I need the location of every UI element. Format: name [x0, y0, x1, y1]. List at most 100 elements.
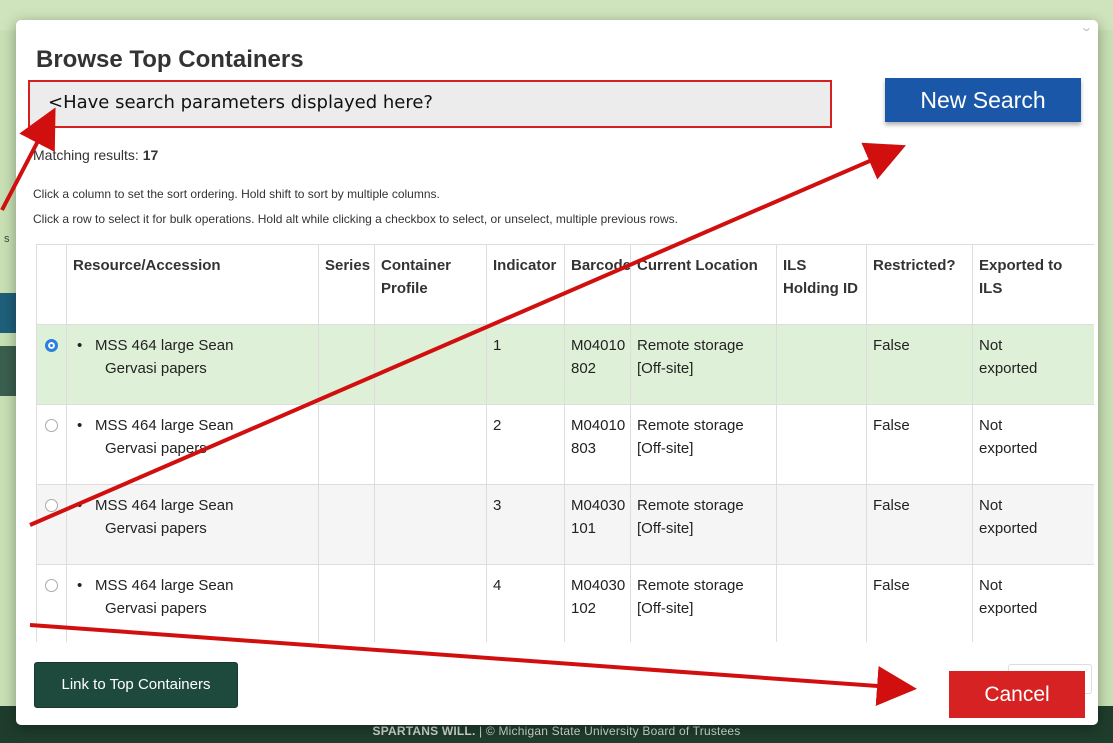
row-select-radio[interactable]: [45, 579, 58, 592]
cancel-button[interactable]: Cancel: [949, 671, 1085, 718]
restricted-cell: False: [866, 484, 973, 565]
indicator-cell: 2: [486, 404, 565, 485]
container-profile-cell: [374, 324, 487, 405]
bullet-icon: •: [77, 577, 83, 594]
ils-holding-cell: [776, 324, 867, 405]
series-cell: [318, 564, 375, 642]
exported-part: exported: [979, 600, 1038, 617]
location-cell: Remote storage [Off-site]: [630, 324, 777, 405]
barcode-cell: M04010 803: [564, 404, 631, 485]
bullet-icon: •: [77, 497, 83, 514]
indicator-cell: 3: [486, 484, 565, 565]
select-help-text: Click a row to select it for bulk operat…: [33, 212, 678, 226]
column-header-resource[interactable]: Resource/Accession: [66, 244, 319, 325]
barcode-part: M04010: [571, 337, 626, 354]
exported-part: exported: [979, 360, 1038, 377]
exported-part: Not: [979, 337, 1003, 354]
exported-cell: Not exported: [972, 324, 1094, 405]
location-part: Remote storage: [637, 337, 744, 354]
barcode-part: M04010: [571, 417, 626, 434]
resource-name: MSS 464 large Sean: [95, 577, 234, 594]
table-header-row: Resource/Accession Series Container Prof…: [36, 244, 1094, 325]
table-row[interactable]: • MSS 464 large Sean Gervasi papers 4 M040…: [36, 564, 1094, 642]
resource-name-cont: Gervasi papers: [105, 360, 207, 377]
table-row[interactable]: • MSS 464 large Sean Gervasi papers 3 M040…: [36, 484, 1094, 565]
barcode-cell: M04030 102: [564, 564, 631, 642]
column-header-current-location[interactable]: Current Location: [630, 244, 777, 325]
column-header-indicator[interactable]: Indicator: [486, 244, 565, 325]
resource-name-cont: Gervasi papers: [105, 440, 207, 457]
restricted-cell: False: [866, 564, 973, 642]
barcode-cell: M04010 802: [564, 324, 631, 405]
location-part: [Off-site]: [637, 520, 694, 537]
location-part: Remote storage: [637, 417, 744, 434]
barcode-cell: M04030 101: [564, 484, 631, 565]
matching-results: Matching results: 17: [33, 147, 158, 163]
barcode-part: 101: [571, 520, 597, 537]
barcode-part: M04030: [571, 497, 626, 514]
row-select-radio[interactable]: [45, 499, 58, 512]
resource-name-cont: Gervasi papers: [105, 520, 207, 537]
exported-part: Not: [979, 577, 1003, 594]
link-to-top-containers-button[interactable]: Link to Top Containers: [34, 662, 238, 708]
resource-name-cont: Gervasi papers: [105, 600, 207, 617]
sort-help-text: Click a column to set the sort ordering.…: [33, 187, 440, 201]
column-header-select: [36, 244, 67, 325]
exported-cell: Not exported: [972, 564, 1094, 642]
footer-brand: SPARTANS WILL.: [372, 724, 476, 738]
column-header-exported[interactable]: Exported to ILS: [972, 244, 1094, 325]
container-profile-cell: [374, 564, 487, 642]
column-header-container-profile[interactable]: Container Profile: [374, 244, 487, 325]
resource-name: MSS 464 large Sean: [95, 337, 234, 354]
results-table: Resource/Accession Series Container Prof…: [36, 244, 1094, 642]
exported-part: exported: [979, 520, 1038, 537]
ils-holding-cell: [776, 484, 867, 565]
container-profile-cell: [374, 484, 487, 565]
search-parameters-annotation: <Have search parameters displayed here?: [28, 80, 832, 128]
ils-holding-cell: [776, 564, 867, 642]
container-profile-cell: [374, 404, 487, 485]
location-cell: Remote storage [Off-site]: [630, 564, 777, 642]
exported-cell: Not exported: [972, 484, 1094, 565]
modal-title: Browse Top Containers: [36, 46, 304, 73]
location-part: [Off-site]: [637, 600, 694, 617]
exported-part: Not: [979, 417, 1003, 434]
series-cell: [318, 324, 375, 405]
table-row[interactable]: • MSS 464 large Sean Gervasi papers 2 M040…: [36, 404, 1094, 485]
resource-name: MSS 464 large Sean: [95, 497, 234, 514]
column-header-restricted[interactable]: Restricted?: [866, 244, 973, 325]
restricted-cell: False: [866, 324, 973, 405]
barcode-part: 802: [571, 360, 597, 377]
column-header-barcode[interactable]: Barcode: [564, 244, 631, 325]
column-header-ils-holding-id[interactable]: ILS Holding ID: [776, 244, 867, 325]
background-text-fragment: s: [4, 233, 10, 245]
location-part: Remote storage: [637, 577, 744, 594]
location-cell: Remote storage [Off-site]: [630, 404, 777, 485]
footer-copyright: | © Michigan State University Board of T…: [479, 724, 741, 738]
indicator-cell: 1: [486, 324, 565, 405]
table-row[interactable]: • MSS 464 large Sean Gervasi papers 1 M040…: [36, 324, 1094, 405]
row-select-radio[interactable]: [45, 419, 58, 432]
barcode-part: 803: [571, 440, 597, 457]
column-header-series[interactable]: Series: [318, 244, 375, 325]
page-footer: SPARTANS WILL. | © Michigan State Univer…: [0, 724, 1113, 738]
location-part: Remote storage: [637, 497, 744, 514]
new-search-button[interactable]: New Search: [885, 78, 1081, 122]
series-cell: [318, 484, 375, 565]
exported-cell: Not exported: [972, 404, 1094, 485]
exported-part: Not: [979, 497, 1003, 514]
bullet-icon: •: [77, 417, 83, 434]
barcode-part: 102: [571, 600, 597, 617]
bullet-icon: •: [77, 337, 83, 354]
row-select-radio[interactable]: [45, 339, 58, 352]
indicator-cell: 4: [486, 564, 565, 642]
resource-name: MSS 464 large Sean: [95, 417, 234, 434]
matching-results-label: Matching results:: [33, 147, 143, 163]
location-part: [Off-site]: [637, 360, 694, 377]
restricted-cell: False: [866, 404, 973, 485]
series-cell: [318, 404, 375, 485]
close-icon[interactable]: ˘: [1083, 26, 1090, 49]
results-table-container[interactable]: Resource/Accession Series Container Prof…: [36, 244, 1094, 642]
location-part: [Off-site]: [637, 440, 694, 457]
exported-part: exported: [979, 440, 1038, 457]
